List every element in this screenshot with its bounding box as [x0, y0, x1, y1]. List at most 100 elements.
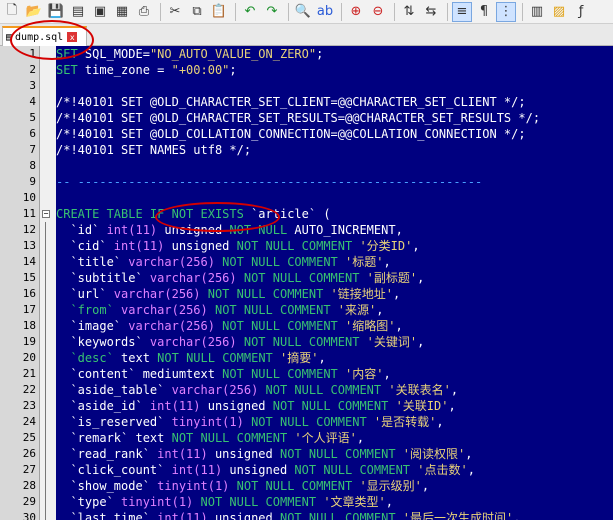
code-line[interactable]: 27 `click_count` int(11) unsigned NOT NU…	[23, 462, 613, 478]
code-line[interactable]: 25 `remark` text NOT NULL COMMENT '个人评语'…	[23, 430, 613, 446]
line-number: 20	[22, 351, 36, 364]
code-token: NOT NULL COMMENT	[236, 239, 353, 253]
line-number: 11	[22, 207, 36, 220]
line-number: 16	[22, 287, 36, 300]
code-line[interactable]: 7 /*!40101 SET NAMES utf8 */;	[29, 142, 613, 158]
code-line[interactable]: 2 SET time_zone = "+00:00";	[29, 62, 613, 78]
zoom-in-icon[interactable]: ⊕	[346, 2, 366, 22]
line-number: 9	[29, 175, 36, 188]
code-line[interactable]: 21 `content` mediumtext NOT NULL COMMENT…	[23, 366, 613, 382]
function-list-icon[interactable]: ƒ	[571, 2, 591, 22]
fold-guide-line	[45, 446, 46, 462]
save-file-icon[interactable]: 💾	[46, 2, 66, 22]
code-line[interactable]: 24 `is_reserved` tinyint(1) NOT NULL COM…	[23, 414, 613, 430]
code-line[interactable]: 12 `id` int(11) unsigned NOT NULL AUTO_I…	[23, 222, 613, 238]
fold-toggle-icon[interactable]: −	[42, 210, 50, 218]
code-token: ,	[465, 447, 473, 461]
undo-icon[interactable]: ↶	[240, 2, 260, 22]
find-icon[interactable]: 🔍	[293, 2, 313, 22]
code-line[interactable]: 10	[23, 190, 613, 206]
line-number: 6	[29, 127, 36, 140]
code-token: `image`	[56, 319, 129, 333]
code-line[interactable]: 4 /*!40101 SET @OLD_CHARACTER_SET_CLIENT=…	[29, 94, 613, 110]
code-line[interactable]: 15 `subtitle` varchar(256) NOT NULL COMM…	[23, 270, 613, 286]
code-token: NOT NULL COMMENT	[236, 271, 360, 285]
code-token: '标题'	[337, 255, 384, 269]
code-token: AUTO_INCREMENT,	[287, 223, 403, 237]
code-token: ,	[450, 383, 459, 397]
sync-vertical-icon[interactable]: ⇅	[399, 2, 419, 22]
code-token: unsigned	[157, 223, 230, 237]
code-line[interactable]: 3	[29, 78, 613, 94]
code-line[interactable]: 28 `show_mode` tinyint(1) NOT NULL COMME…	[23, 478, 613, 494]
redo-icon[interactable]: ↷	[262, 2, 282, 22]
code-line[interactable]: 16 `url` varchar(256) NOT NULL COMMENT '…	[23, 286, 613, 302]
code-line[interactable]: 30 `last_time` int(11) unsigned NOT NULL…	[23, 510, 613, 520]
code-token: `show_mode`	[56, 479, 158, 493]
code-line[interactable]: 18 `image` varchar(256) NOT NULL COMMENT…	[23, 318, 613, 334]
code-token: '内容'	[337, 367, 384, 381]
close-all-icon[interactable]: ▦	[112, 2, 132, 22]
code-token: ;	[229, 63, 237, 77]
code-line[interactable]: 17 `from` varchar(256) NOT NULL COMMENT …	[23, 302, 613, 318]
close-tab-icon[interactable]: x	[67, 32, 78, 42]
doc-map-icon[interactable]: ▨	[549, 2, 569, 22]
code-token: NOT NULL COMMENT	[258, 383, 382, 397]
cut-icon[interactable]: ✂	[165, 2, 185, 22]
code-token: `content` mediumtext	[56, 367, 223, 381]
code-token: '链接地址'	[323, 287, 394, 301]
copy-icon[interactable]: ⧉	[187, 2, 207, 22]
new-file-icon[interactable]: 🗋	[2, 2, 22, 22]
line-number: 5	[29, 111, 36, 124]
paste-icon[interactable]: 📋	[209, 2, 229, 22]
code-token: -- -------------------------------------…	[56, 175, 483, 189]
code-line[interactable]: 19 `keywords` varchar(256) NOT NULL COMM…	[23, 334, 613, 350]
code-token: CREATE TABLE IF NOT EXISTS	[56, 207, 244, 221]
fold-guide-line	[45, 350, 46, 366]
code-area[interactable]: 1 SET SQL_MODE="NO_AUTO_VALUE_ON_ZERO"; 2 S…	[23, 46, 613, 520]
close-file-icon[interactable]: ▣	[90, 2, 110, 22]
print-icon[interactable]: ⎙	[134, 2, 154, 22]
code-token: `article` (	[243, 207, 331, 221]
code-line[interactable]: 8	[29, 158, 613, 174]
indent-guide-icon[interactable]: ⋮	[496, 1, 516, 22]
open-file-icon[interactable]: 📂	[24, 2, 44, 22]
line-number: 10	[22, 191, 36, 204]
code-token: `desc`	[70, 351, 114, 365]
code-line[interactable]: 5 /*!40101 SET @OLD_CHARACTER_SET_RESULTS…	[29, 110, 613, 126]
line-number: 22	[22, 383, 36, 396]
save-all-icon[interactable]: ▤	[68, 2, 88, 22]
show-all-chars-icon[interactable]: ¶	[474, 2, 494, 22]
user-language-icon[interactable]: ▥	[527, 2, 547, 22]
code-token: `last_time`	[56, 511, 158, 520]
line-number: 17	[22, 303, 36, 316]
code-line[interactable]: 13 `cid` int(11) unsigned NOT NULL COMME…	[23, 238, 613, 254]
word-wrap-icon[interactable]: ≡	[452, 1, 472, 22]
code-line[interactable]: 14 `title` varchar(256) NOT NULL COMMENT…	[23, 254, 613, 270]
code-token: ,	[393, 287, 401, 301]
zoom-out-icon[interactable]: ⊖	[368, 2, 388, 22]
code-token: ,	[436, 415, 444, 429]
line-number: 12	[22, 223, 36, 236]
replace-icon[interactable]: ab	[315, 2, 335, 22]
code-line[interactable]: 23 `aside_id` int(11) unsigned NOT NULL …	[23, 398, 613, 414]
code-line[interactable]: 29 `type` tinyint(1) NOT NULL COMMENT '文…	[23, 494, 613, 510]
code-line[interactable]: 6 /*!40101 SET @OLD_COLLATION_CONNECTION=…	[29, 126, 613, 142]
line-number: 18	[22, 319, 36, 332]
code-token: unsigned	[164, 239, 237, 253]
code-token: SQL_MODE=	[77, 47, 150, 61]
code-line[interactable]: 22 `aside_table` varchar(256) NOT NULL C…	[23, 382, 613, 398]
code-editor[interactable]: 1 SET SQL_MODE="NO_AUTO_VALUE_ON_ZERO"; 2 S…	[0, 46, 613, 520]
code-token: `cid`	[56, 239, 114, 253]
fold-guide-line	[45, 270, 46, 286]
code-line[interactable]: 9 -- ------------------------------------…	[29, 174, 613, 190]
code-token: /*!40101 SET @OLD_COLLATION_CONNECTION=@…	[56, 127, 526, 141]
code-token: `url`	[56, 287, 114, 301]
code-line[interactable]: 1 SET SQL_MODE="NO_AUTO_VALUE_ON_ZERO";	[29, 46, 613, 62]
code-line[interactable]: 20 `desc` text NOT NULL COMMENT '摘要',	[23, 350, 613, 366]
sync-horizontal-icon[interactable]: ⇆	[421, 2, 441, 22]
code-token: NOT NULL COMMENT	[214, 255, 338, 269]
code-line[interactable]: 11− CREATE TABLE IF NOT EXISTS `article` …	[23, 206, 613, 222]
tab-dump-sql[interactable]: ▤ dump.sql x	[2, 26, 87, 46]
code-line[interactable]: 26 `read_rank` int(11) unsigned NOT NULL…	[23, 446, 613, 462]
